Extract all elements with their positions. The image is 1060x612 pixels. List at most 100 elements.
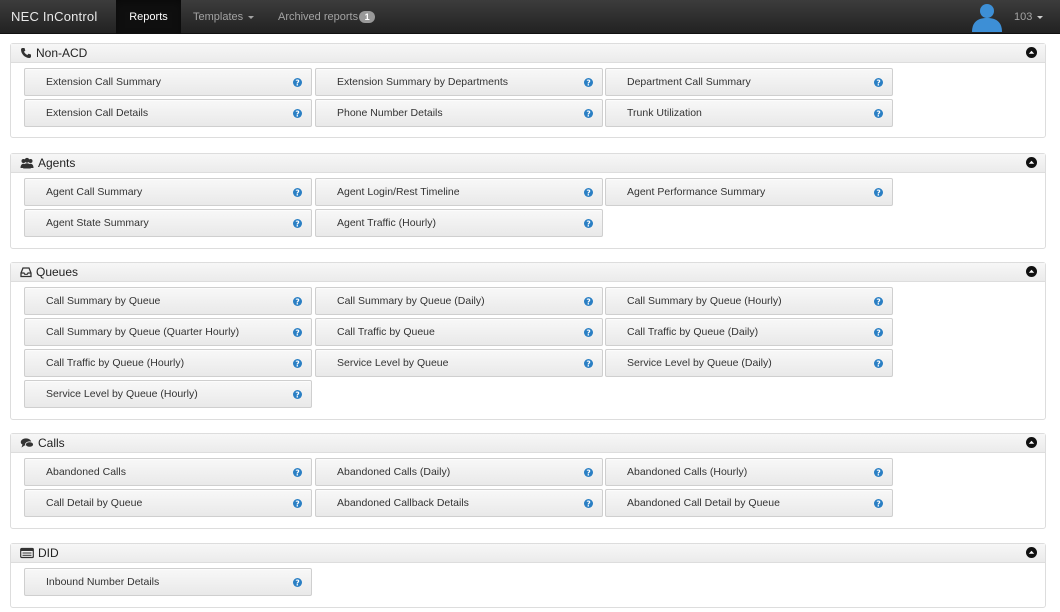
panel-heading-non-acd[interactable]: Non-ACD: [11, 44, 1045, 63]
chevron-down-icon: [1037, 15, 1044, 19]
question-circle-icon[interactable]: ?: [584, 109, 593, 118]
report-label: Inbound Number Details: [46, 576, 160, 588]
report-phone-number-details[interactable]: Phone Number Details?: [315, 99, 603, 127]
nav-archived-reports[interactable]: Archived reports 1: [278, 0, 376, 34]
panel-heading-did[interactable]: DID: [11, 544, 1045, 563]
question-circle-icon[interactable]: ?: [874, 468, 883, 477]
report-extension-summary-by-departments[interactable]: Extension Summary by Departments?: [315, 68, 603, 96]
report-call-summary-by-queue-quarter-hourly[interactable]: Call Summary by Queue (Quarter Hourly)?: [24, 318, 312, 346]
report-agent-traffic-hourly[interactable]: Agent Traffic (Hourly)?: [315, 209, 603, 237]
svg-text:?: ?: [586, 297, 590, 306]
report-call-traffic-by-queue-hourly[interactable]: Call Traffic by Queue (Hourly)?: [24, 349, 312, 377]
collapse-up-icon[interactable]: [1026, 47, 1037, 58]
nav-archived-label: Archived reports: [278, 11, 359, 23]
panel-calls: Calls Abandoned Calls? Abandoned Calls (…: [10, 433, 1046, 529]
report-label: Service Level by Queue: [337, 357, 449, 369]
panel-heading-queues[interactable]: Queues: [11, 263, 1045, 282]
question-circle-icon[interactable]: ?: [874, 328, 883, 337]
report-department-call-summary[interactable]: Department Call Summary?: [605, 68, 893, 96]
report-label: Extension Call Summary: [46, 76, 161, 88]
report-label: Call Traffic by Queue: [337, 326, 435, 338]
question-circle-icon[interactable]: ?: [293, 188, 302, 197]
app-brand[interactable]: NEC InControl: [11, 0, 97, 34]
panel-title-did: DID: [38, 546, 59, 560]
report-label: Abandoned Callback Details: [337, 497, 469, 509]
report-call-summary-by-queue-daily[interactable]: Call Summary by Queue (Daily)?: [315, 287, 603, 315]
panel-did: DID Inbound Number Details?: [10, 543, 1046, 608]
report-call-summary-by-queue[interactable]: Call Summary by Queue?: [24, 287, 312, 315]
question-circle-icon[interactable]: ?: [874, 499, 883, 508]
svg-text:?: ?: [876, 188, 880, 197]
report-service-level-by-queue-daily[interactable]: Service Level by Queue (Daily)?: [605, 349, 893, 377]
report-agent-performance-summary[interactable]: Agent Performance Summary?: [605, 178, 893, 206]
question-circle-icon[interactable]: ?: [293, 109, 302, 118]
report-label: Service Level by Queue (Daily): [627, 357, 772, 369]
nav-templates[interactable]: Templates: [193, 0, 255, 34]
question-circle-icon[interactable]: ?: [293, 78, 302, 87]
report-label: Agent State Summary: [46, 217, 149, 229]
report-trunk-utilization[interactable]: Trunk Utilization?: [605, 99, 893, 127]
question-circle-icon[interactable]: ?: [874, 188, 883, 197]
list-icon: [20, 547, 34, 559]
question-circle-icon[interactable]: ?: [293, 468, 302, 477]
report-service-level-by-queue[interactable]: Service Level by Queue?: [315, 349, 603, 377]
user-menu[interactable]: 103: [1014, 0, 1044, 34]
question-circle-icon[interactable]: ?: [584, 188, 593, 197]
report-service-level-by-queue-hourly[interactable]: Service Level by Queue (Hourly)?: [24, 380, 312, 408]
report-label: Abandoned Calls (Hourly): [627, 466, 748, 478]
question-circle-icon[interactable]: ?: [293, 219, 302, 228]
collapse-up-icon[interactable]: [1026, 547, 1037, 558]
nav-reports[interactable]: Reports: [116, 0, 181, 34]
panel-title-calls: Calls: [38, 436, 65, 450]
collapse-up-icon[interactable]: [1026, 266, 1037, 277]
report-abandoned-call-detail-by-queue[interactable]: Abandoned Call Detail by Queue?: [605, 489, 893, 517]
report-agent-state-summary[interactable]: Agent State Summary?: [24, 209, 312, 237]
report-abandoned-callback-details[interactable]: Abandoned Callback Details?: [315, 489, 603, 517]
question-circle-icon[interactable]: ?: [874, 78, 883, 87]
question-circle-icon[interactable]: ?: [293, 578, 302, 587]
user-avatar-icon[interactable]: [969, 2, 1005, 32]
report-abandoned-calls-hourly[interactable]: Abandoned Calls (Hourly)?: [605, 458, 893, 486]
report-label: Call Summary by Queue (Daily): [337, 295, 485, 307]
question-circle-icon[interactable]: ?: [584, 297, 593, 306]
collapse-up-icon[interactable]: [1026, 157, 1037, 168]
report-call-traffic-by-queue-daily[interactable]: Call Traffic by Queue (Daily)?: [605, 318, 893, 346]
question-circle-icon[interactable]: ?: [293, 390, 302, 399]
svg-text:?: ?: [295, 297, 299, 306]
svg-text:?: ?: [586, 328, 590, 337]
panel-title-non-acd: Non-ACD: [36, 46, 88, 60]
question-circle-icon[interactable]: ?: [874, 297, 883, 306]
question-circle-icon[interactable]: ?: [584, 468, 593, 477]
question-circle-icon[interactable]: ?: [584, 499, 593, 508]
report-label: Extension Call Details: [46, 107, 149, 119]
question-circle-icon[interactable]: ?: [293, 328, 302, 337]
report-label: Call Traffic by Queue (Daily): [627, 326, 759, 338]
collapse-up-icon[interactable]: [1026, 437, 1037, 448]
report-abandoned-calls[interactable]: Abandoned Calls?: [24, 458, 312, 486]
question-circle-icon[interactable]: ?: [293, 499, 302, 508]
question-circle-icon[interactable]: ?: [584, 328, 593, 337]
report-extension-call-summary[interactable]: Extension Call Summary?: [24, 68, 312, 96]
question-circle-icon[interactable]: ?: [584, 78, 593, 87]
question-circle-icon[interactable]: ?: [584, 359, 593, 368]
svg-text:?: ?: [586, 468, 590, 477]
panel-heading-calls[interactable]: Calls: [11, 434, 1045, 453]
question-circle-icon[interactable]: ?: [584, 219, 593, 228]
question-circle-icon[interactable]: ?: [874, 359, 883, 368]
report-call-traffic-by-queue[interactable]: Call Traffic by Queue?: [315, 318, 603, 346]
report-label: Agent Login/Rest Timeline: [337, 186, 460, 198]
panel-agents: Agents Agent Call Summary? Agent Login/R…: [10, 153, 1046, 249]
question-circle-icon[interactable]: ?: [293, 297, 302, 306]
question-circle-icon[interactable]: ?: [874, 109, 883, 118]
report-agent-login-rest-timeline[interactable]: Agent Login/Rest Timeline?: [315, 178, 603, 206]
report-agent-call-summary[interactable]: Agent Call Summary?: [24, 178, 312, 206]
report-abandoned-calls-daily[interactable]: Abandoned Calls (Daily)?: [315, 458, 603, 486]
panel-queues: Queues Call Summary by Queue? Call Summa…: [10, 262, 1046, 420]
report-call-detail-by-queue[interactable]: Call Detail by Queue?: [24, 489, 312, 517]
report-call-summary-by-queue-hourly[interactable]: Call Summary by Queue (Hourly)?: [605, 287, 893, 315]
report-inbound-number-details[interactable]: Inbound Number Details?: [24, 568, 312, 596]
report-extension-call-details[interactable]: Extension Call Details?: [24, 99, 312, 127]
report-label: Call Summary by Queue (Quarter Hourly): [46, 326, 240, 338]
question-circle-icon[interactable]: ?: [293, 359, 302, 368]
panel-heading-agents[interactable]: Agents: [11, 154, 1045, 173]
